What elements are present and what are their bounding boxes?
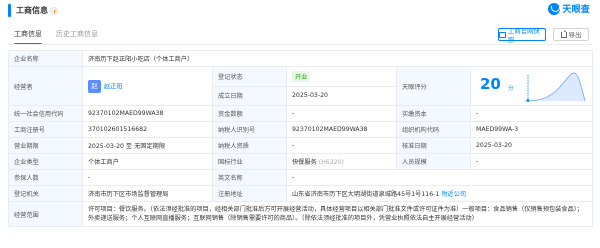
logo: 天眼查: [548, 2, 590, 15]
scope-label: 经营范围: [8, 201, 83, 227]
score-widget: 20 分: [476, 68, 587, 105]
staff-size-value: -: [469, 153, 594, 170]
official-snapshot-label: 工商官网快照: [507, 26, 540, 44]
tab-history-business-info[interactable]: 历史工商信息: [56, 29, 98, 39]
industry-code: (H6220): [318, 159, 344, 166]
tab-business-info[interactable]: 工商信息: [14, 29, 42, 45]
operator-label: 经营者: [8, 66, 83, 106]
export-button[interactable]: 导出: [553, 28, 589, 41]
capital-label: 资金数额: [212, 105, 287, 122]
score-unit: 分: [508, 86, 514, 92]
approved-date-value: 2025-03-20: [469, 137, 594, 154]
operator-cell: 赵赵正阳: [82, 66, 213, 106]
established-value: 2025-03-20: [286, 85, 397, 106]
status-label: 登记状态: [212, 66, 287, 87]
operator-avatar[interactable]: 赵: [88, 79, 101, 93]
approved-date-label: 核准日期: [396, 137, 471, 154]
taxpayer-qualification-value: -: [286, 137, 397, 154]
insured-label: 参保人数: [8, 169, 83, 186]
info-badge-icon[interactable]: [50, 7, 58, 15]
export-icon: [560, 29, 567, 38]
english-name-label: 英文名称: [212, 169, 287, 186]
reg-no-label: 工商注册号: [8, 121, 83, 138]
tax-id-value: 92370102MAED99WA38: [286, 121, 397, 138]
established-label: 成立日期: [212, 85, 287, 106]
industry-cell: 快餐服务 (H6220): [286, 153, 397, 170]
operator-name-link[interactable]: 赵正阳: [104, 83, 123, 90]
reg-no-value: 370102601516682: [82, 121, 213, 138]
company-name-value: 济南历下赵正阳小吃店（个体工商户）: [81, 50, 594, 67]
org-code-value: MAED99WA-3: [469, 121, 594, 138]
table-row: 企业名称 济南历下赵正阳小吃店（个体工商户）: [8, 50, 594, 67]
industry-value: 快餐服务: [292, 159, 317, 166]
insured-value: -: [82, 169, 213, 186]
tax-id-label: 纳税人识别号: [212, 121, 287, 138]
authority-label: 登记机关: [8, 185, 83, 202]
table-row: 工商注册号 370102601516682 纳税人识别号 92370102MAE…: [8, 121, 594, 138]
address-label: 注册地址: [212, 185, 287, 202]
logo-text: 天眼查: [562, 5, 590, 15]
org-code-label: 组织机构代码: [396, 121, 471, 138]
table-row: 营业期限 2025-03-20 至 无固定期限 纳税人资质 - 核准日期 202…: [8, 137, 594, 154]
tianyancha-logo-icon: [548, 2, 561, 15]
tab-bar: 工商信息 历史工商信息: [14, 29, 98, 45]
english-name-value: -: [285, 169, 594, 186]
paid-capital-label: 实缴资本: [396, 105, 471, 122]
capital-value: -: [286, 105, 397, 122]
title-accent-bar: [8, 4, 11, 17]
table-row: 经营范围 许可项目：餐饮服务。（依法须经批准的项目，经相关部门批准后方可开展经营…: [8, 201, 594, 227]
snapshot-icon: [499, 31, 506, 38]
paid-capital-value: -: [469, 105, 594, 122]
status-badge: 开业: [292, 70, 311, 82]
credit-code-value: 92370102MAED99WA38: [82, 105, 213, 122]
taxpayer-qualification-label: 纳税人资质: [212, 137, 287, 154]
business-info-table: 企业名称 济南历下赵正阳小吃店（个体工商户） 经营者 赵赵正阳 登记状态 开业 …: [8, 50, 594, 227]
status-cell: 开业: [286, 66, 397, 87]
table-row: 参保人数 - 英文名称 -: [8, 169, 594, 186]
table-row: 经营者 赵赵正阳 登记状态 开业 天眼评分 20 分: [8, 66, 594, 106]
address-cell: 山东省济南市历下区大明湖街道泉城路45号1号116-1 附近公司: [285, 185, 594, 202]
authority-value: 济南市历下区市场监督管理局: [82, 185, 213, 202]
company-type-label: 企业类型: [8, 153, 83, 170]
score-cell[interactable]: 20 分: [469, 66, 594, 106]
company-type-value: 个体工商户: [82, 153, 213, 170]
term-label: 营业期限: [8, 137, 83, 154]
export-label: 导出: [568, 31, 582, 39]
industry-label: 国标行业: [212, 153, 287, 170]
section-title: 工商信息: [16, 6, 48, 15]
score-label: 天眼评分: [396, 66, 471, 106]
staff-size-label: 人员规模: [396, 153, 471, 170]
term-value: 2025-03-20 至 无固定期限: [82, 137, 213, 154]
company-name-label: 企业名称: [8, 50, 83, 67]
table-row: 统一社会信用代码 92370102MAED99WA38 资金数额 - 实缴资本 …: [8, 105, 594, 122]
table-row: 企业类型 个体工商户 国标行业 快餐服务 (H6220) 人员规模 -: [8, 153, 594, 170]
official-snapshot-button[interactable]: 工商官网快照: [498, 26, 546, 44]
address-value: 山东省济南市历下区大明湖街道泉城路45号1号116-1: [292, 191, 440, 198]
score-value: 20: [480, 75, 501, 93]
nearby-companies-link[interactable]: 附近公司: [441, 191, 466, 198]
scope-value: 许可项目：餐饮服务。（依法须经批准的项目，经相关部门批准后方可开展经营活动，具体…: [81, 201, 594, 227]
tab-divider: [8, 44, 592, 45]
score-distribution-chart: [524, 72, 586, 102]
table-row: 登记机关 济南市历下区市场监督管理局 注册地址 山东省济南市历下区大明湖街道泉城…: [8, 185, 594, 202]
credit-code-label: 统一社会信用代码: [8, 105, 83, 122]
